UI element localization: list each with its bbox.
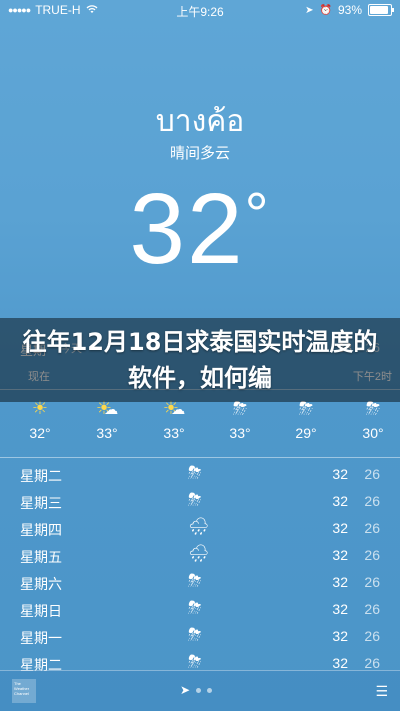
list-item: 星期日 ⛈ 32 26 <box>0 597 400 624</box>
logo-text: The Weather Channel <box>14 681 30 696</box>
day-name: 星期日 <box>20 603 62 619</box>
daily-forecast[interactable]: 星期二 ⛈ 32 26 星期三 ⛈ 32 26 星期四 🌧 32 26 星期五 … <box>0 462 400 678</box>
day-name: 星期二 <box>20 468 62 484</box>
headline-text: 往年12月18日求泰国实时温度的软件，如何编 <box>22 328 378 392</box>
day-high: 32 <box>332 547 348 563</box>
day-high: 32 <box>332 466 348 482</box>
day-high: 32 <box>332 655 348 671</box>
page-dot <box>207 687 213 693</box>
temperature-value: 32 <box>129 173 245 285</box>
day-name: 星期一 <box>20 630 62 646</box>
day-low: 26 <box>364 466 380 482</box>
current-temperature: 32° <box>0 172 400 287</box>
day-name: 星期五 <box>20 549 62 565</box>
alarm-icon: ⏰ <box>319 4 332 16</box>
city-name: บางค้อ <box>155 104 245 139</box>
thunderstorm-icon: ⛈ <box>188 571 202 590</box>
hour-temp: 33° <box>163 425 185 441</box>
status-right: ➤ ⏰ 93% <box>305 3 394 17</box>
hourly-forecast[interactable]: ☀ 32° ☀☁ 33° ☀☁ 33° ⛈ 33° ⛈ 29° ⛈ 30° <box>0 395 400 455</box>
weather-channel-logo[interactable]: The Weather Channel <box>12 679 36 703</box>
thunderstorm-icon: ⛈ <box>188 463 202 482</box>
rain-icon: 🌧 <box>188 544 210 563</box>
list-icon[interactable]: ☰ <box>375 683 388 700</box>
page-indicator[interactable]: ➤ <box>180 683 213 697</box>
location-arrow-icon: ➤ <box>305 4 314 16</box>
hour-temp: 29° <box>295 425 317 441</box>
thunderstorm-icon: ⛈ <box>188 652 202 671</box>
day-name: 星期三 <box>20 495 62 511</box>
list-item: 星期三 ⛈ 32 26 <box>0 489 400 516</box>
day-low: 26 <box>364 574 380 590</box>
hour-temp: 30° <box>362 425 384 441</box>
day-high: 32 <box>332 520 348 536</box>
hour-temp: 32° <box>29 425 51 441</box>
day-high: 32 <box>332 601 348 617</box>
hour-temp: 33° <box>229 425 251 441</box>
day-low: 26 <box>364 655 380 671</box>
thunderstorm-icon: ⛈ <box>188 490 202 509</box>
list-item: 星期四 🌧 32 26 <box>0 516 400 543</box>
hour-temp: 33° <box>96 425 118 441</box>
day-low: 26 <box>364 493 380 509</box>
thunderstorm-icon: ⛈ <box>188 598 202 617</box>
day-high: 32 <box>332 628 348 644</box>
day-low: 26 <box>364 520 380 536</box>
page-dot <box>196 687 202 693</box>
day-name: 星期四 <box>20 522 62 538</box>
rain-icon: 🌧 <box>188 517 210 536</box>
day-name: 星期六 <box>20 576 62 592</box>
day-low: 26 <box>364 547 380 563</box>
location-arrow-icon: ➤ <box>180 683 191 697</box>
degree-symbol: ° <box>244 181 271 248</box>
list-item: 星期二 ⛈ 32 26 <box>0 462 400 489</box>
day-high: 32 <box>332 493 348 509</box>
list-item: 星期六 ⛈ 32 26 <box>0 570 400 597</box>
list-item: 星期一 ⛈ 32 26 <box>0 624 400 651</box>
list-item: 星期五 🌧 32 26 <box>0 543 400 570</box>
divider <box>0 457 400 458</box>
day-low: 26 <box>364 628 380 644</box>
day-high: 32 <box>332 574 348 590</box>
battery-icon <box>368 4 394 16</box>
headline-banner: 往年12月18日求泰国实时温度的软件，如何编 <box>0 318 400 402</box>
weather-condition: 晴间多云 <box>169 145 230 162</box>
battery-percent: 93% <box>337 3 362 17</box>
day-low: 26 <box>364 601 380 617</box>
bottom-toolbar: The Weather Channel ➤ ☰ <box>0 670 400 711</box>
thunderstorm-icon: ⛈ <box>188 625 202 644</box>
status-bar: ●●●●● TRUE-H 上午9:26 ➤ ⏰ 93% <box>0 0 400 20</box>
